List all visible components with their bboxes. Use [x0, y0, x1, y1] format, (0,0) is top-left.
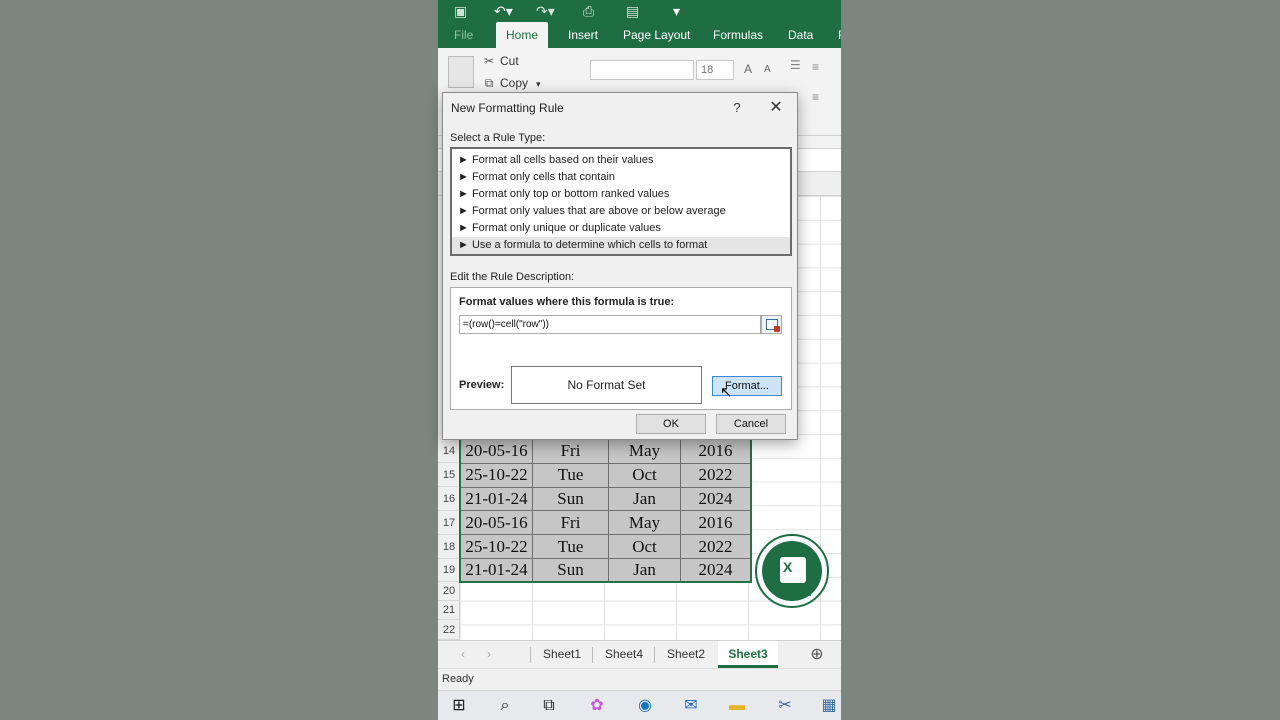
- edge-icon[interactable]: ◉: [634, 695, 656, 717]
- copy-button[interactable]: ⧉ Copy ▾: [482, 76, 541, 91]
- font-name-box[interactable]: [590, 60, 694, 80]
- taskbar: ⊞ ⌕ ⧉ ✿ ◉ ✉ ▬ ✂ ▦: [438, 690, 841, 720]
- ribbon-tabs: File Home Insert Page Layout Formulas Da…: [438, 22, 841, 48]
- tab-file[interactable]: File: [444, 22, 483, 48]
- add-sheet-icon[interactable]: ⊕: [806, 641, 828, 668]
- task-view-icon[interactable]: ⧉: [538, 695, 560, 717]
- row-header[interactable]: 21: [438, 601, 460, 620]
- tab-home[interactable]: Home: [496, 22, 549, 48]
- tab-data[interactable]: Data: [778, 22, 823, 48]
- logo-text: EXCEL TIPS: [776, 592, 812, 598]
- tab-separator: [592, 647, 593, 663]
- form-icon[interactable]: ▤: [626, 2, 639, 20]
- sheet-tabs-bar: ‹ › Sheet1 Sheet4 Sheet2 Sheet3 ⊕: [438, 640, 841, 668]
- scissors-icon: ✂: [483, 54, 495, 68]
- mail-icon[interactable]: ✉: [680, 695, 702, 717]
- copy-icon: ⧉: [484, 76, 494, 90]
- ok-button[interactable]: OK: [636, 414, 706, 434]
- tab-formulas[interactable]: Formulas: [703, 22, 773, 48]
- next-sheet-icon[interactable]: ›: [482, 641, 496, 668]
- snipping-tool-icon[interactable]: ✂: [774, 695, 796, 717]
- tab-separator: [654, 647, 655, 663]
- status-bar: Ready: [438, 668, 841, 690]
- collapse-dialog-button[interactable]: [761, 315, 782, 334]
- copilot-icon[interactable]: ✿: [586, 695, 608, 717]
- status-text: Ready: [442, 673, 474, 685]
- rule-description-panel: Format values where this formula is true…: [450, 287, 792, 410]
- file-explorer-icon[interactable]: ▬: [726, 695, 748, 717]
- decrease-font-icon[interactable]: A: [764, 64, 771, 75]
- print-preview-icon[interactable]: ⎙: [583, 2, 594, 20]
- rule-type-item[interactable]: ► Format only top or bottom ranked value…: [452, 186, 790, 203]
- align-center-icon[interactable]: ≡: [812, 90, 819, 104]
- redo-icon[interactable]: ↷▾: [536, 2, 555, 20]
- calculator-icon[interactable]: ▦: [818, 695, 840, 717]
- formula-label: Format values where this formula is true…: [459, 296, 675, 308]
- sheet-tab-sheet2[interactable]: Sheet2: [657, 641, 715, 668]
- cut-label: Cut: [500, 54, 519, 68]
- dialog-title: New Formatting Rule: [451, 101, 564, 115]
- row-header[interactable]: 17: [438, 511, 460, 535]
- undo-icon[interactable]: ↶▾: [494, 2, 513, 20]
- align-middle-icon[interactable]: ≡: [812, 60, 819, 74]
- select-rule-type-label: Select a Rule Type:: [450, 132, 546, 144]
- tab-page-layout[interactable]: Page Layout: [613, 22, 700, 48]
- row-header[interactable]: 15: [438, 463, 460, 487]
- font-size-box[interactable]: 18: [696, 60, 734, 80]
- logo-letter: X: [783, 559, 793, 575]
- search-icon[interactable]: ⌕: [494, 695, 516, 717]
- sheet-tab-sheet3[interactable]: Sheet3: [718, 641, 778, 668]
- range-select-icon: [766, 319, 780, 332]
- mouse-cursor-icon: ↖: [720, 384, 733, 401]
- sheet-tab-sheet4[interactable]: Sheet4: [595, 641, 653, 668]
- cut-button[interactable]: ✂ Cut: [482, 54, 519, 68]
- sheet-tab-sheet1[interactable]: Sheet1: [533, 641, 591, 668]
- edit-rule-description-label: Edit the Rule Description:: [450, 271, 575, 283]
- row-header[interactable]: 18: [438, 535, 460, 559]
- help-icon[interactable]: ?: [727, 97, 747, 119]
- tab-separator: [530, 647, 531, 663]
- row-header[interactable]: 22: [438, 620, 460, 640]
- row-header[interactable]: 19: [438, 558, 460, 582]
- selection-border: [459, 438, 752, 583]
- row-header[interactable]: 20: [438, 582, 460, 601]
- rule-type-item[interactable]: ► Format only unique or duplicate values: [452, 220, 790, 237]
- windows-start-icon[interactable]: ⊞: [448, 695, 470, 717]
- preview-box: No Format Set: [511, 366, 702, 404]
- save-icon[interactable]: ▣: [454, 2, 467, 20]
- chevron-down-icon: ▾: [536, 79, 541, 89]
- close-icon[interactable]: ✕: [765, 97, 787, 119]
- rule-type-item[interactable]: ► Format all cells based on their values: [452, 152, 790, 169]
- copy-label: Copy: [500, 76, 529, 90]
- row-header[interactable]: 16: [438, 487, 460, 511]
- rule-type-item[interactable]: ► Format only values that are above or b…: [452, 203, 790, 220]
- excel-tips-logo: X EXCEL TIPS: [755, 534, 829, 608]
- customize-qat-icon[interactable]: ▾: [673, 2, 680, 20]
- increase-font-icon[interactable]: A: [744, 62, 752, 76]
- preview-label: Preview:: [459, 379, 505, 391]
- rule-type-list: ► Format all cells based on their values…: [450, 147, 792, 256]
- paste-icon[interactable]: [448, 56, 474, 88]
- rule-type-item[interactable]: ► Format only cells that contain: [452, 169, 790, 186]
- row-header[interactable]: 14: [438, 439, 460, 463]
- quick-access-toolbar: ▣ ↶▾ ↷▾ ⎙ ▤ ▾: [438, 0, 841, 22]
- rule-type-item-selected[interactable]: ► Use a formula to determine which cells…: [452, 237, 790, 254]
- tab-review[interactable]: R: [828, 22, 841, 48]
- new-formatting-rule-dialog: New Formatting Rule ? ✕ Select a Rule Ty…: [442, 92, 798, 440]
- formula-input[interactable]: =(row()=cell("row")): [459, 315, 761, 334]
- tab-insert[interactable]: Insert: [558, 22, 608, 48]
- align-top-icon[interactable]: ☰: [790, 58, 801, 72]
- cancel-button[interactable]: Cancel: [716, 414, 786, 434]
- prev-sheet-icon[interactable]: ‹: [456, 641, 470, 668]
